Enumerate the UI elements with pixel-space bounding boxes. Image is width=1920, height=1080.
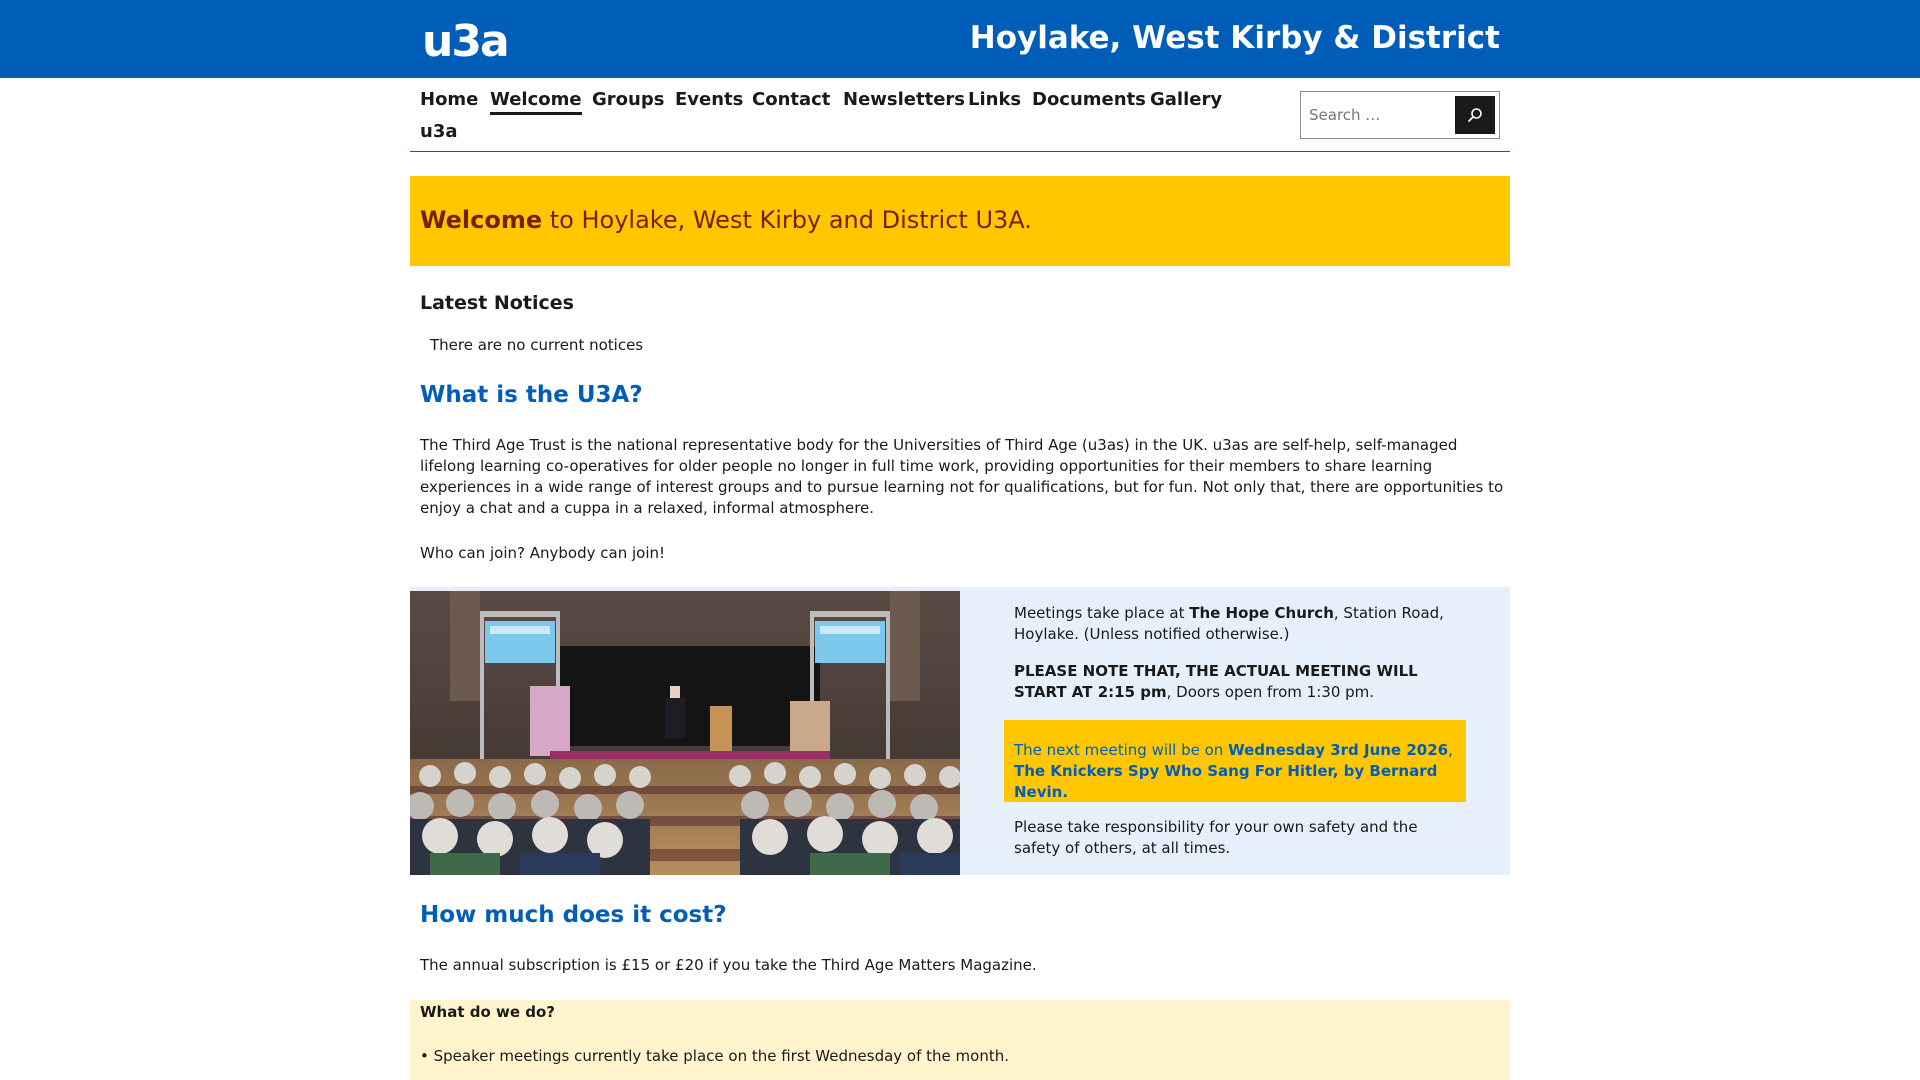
meeting-photo bbox=[410, 591, 960, 875]
welcome-bold: Welcome bbox=[420, 206, 543, 234]
nav-item-welcome[interactable]: Welcome bbox=[490, 88, 582, 115]
next-meeting-title: The Knickers Spy Who Sang For Hitler, by… bbox=[1014, 762, 1438, 801]
meeting-location-prefix: Meetings take place at bbox=[1014, 604, 1190, 622]
nav-item-contact[interactable]: Contact bbox=[752, 88, 830, 112]
search-input[interactable] bbox=[1309, 100, 1449, 130]
site-title[interactable]: Hoylake, West Kirby & District bbox=[970, 20, 1500, 57]
nav-item-events[interactable]: Events bbox=[675, 88, 743, 112]
meeting-venue: The Hope Church bbox=[1189, 604, 1334, 622]
nav-item-links[interactable]: Links bbox=[968, 88, 1021, 112]
about-heading: What is the U3A? bbox=[420, 382, 643, 408]
u3a-logo[interactable]: u3a bbox=[422, 20, 510, 64]
notices-empty-text: There are no current notices bbox=[430, 336, 644, 354]
welcome-rest: to Hoylake, West Kirby and District U3A. bbox=[542, 206, 1032, 234]
notices-heading: Latest Notices bbox=[420, 292, 574, 314]
cost-body: The annual subscription is £15 or £20 if… bbox=[420, 956, 1037, 974]
about-join: Who can join? Anybody can join! bbox=[420, 544, 666, 562]
meeting-location: Meetings take place at The Hope Church, … bbox=[1014, 603, 1444, 645]
nav-item-gallery[interactable]: Gallery bbox=[1150, 88, 1222, 112]
nav-item-groups[interactable]: Groups bbox=[592, 88, 664, 112]
search-form bbox=[1300, 91, 1500, 139]
meetings-panel: Meetings take place at The Hope Church , … bbox=[410, 587, 1510, 875]
next-meeting-sep: , bbox=[1448, 741, 1453, 759]
site-header: u3a Hoylake, West Kirby & District bbox=[0, 0, 1920, 78]
nav-item-home[interactable]: Home bbox=[420, 88, 478, 112]
meeting-doors-note: , Doors open from 1:30 pm. bbox=[1166, 683, 1375, 701]
meeting-time-note: PLEASE NOTE THAT, THE ACTUAL MEETING WIL… bbox=[1014, 661, 1444, 703]
activities-bullet: • Speaker meetings currently take place … bbox=[420, 1047, 1009, 1065]
cost-heading: How much does it cost? bbox=[420, 902, 727, 928]
about-body: The Third Age Trust is the national repr… bbox=[420, 436, 1504, 517]
next-meeting-text: The next meeting will be on Wednesday 3r… bbox=[1014, 740, 1464, 803]
search-button[interactable] bbox=[1455, 96, 1495, 134]
next-meeting-prefix: The next meeting will be on bbox=[1014, 741, 1229, 759]
next-meeting-date: Wednesday 3rd June 2026 bbox=[1228, 741, 1449, 759]
activities-panel: What do we do? • Speaker meetings curren… bbox=[410, 1000, 1510, 1080]
nav-item-newsletters[interactable]: Newsletters bbox=[843, 88, 965, 112]
nav-item-u3a[interactable]: u3a bbox=[420, 120, 458, 144]
search-icon bbox=[1468, 108, 1482, 122]
safety-note: Please take responsibility for your own … bbox=[1014, 818, 1418, 857]
welcome-banner: Welcome to Hoylake, West Kirby and Distr… bbox=[410, 176, 1510, 266]
welcome-heading: Welcome to Hoylake, West Kirby and Distr… bbox=[420, 206, 1032, 235]
nav-item-documents[interactable]: Documents bbox=[1032, 88, 1146, 112]
activities-heading: What do we do? bbox=[420, 1003, 555, 1021]
next-meeting-box: The next meeting will be on Wednesday 3r… bbox=[1004, 720, 1466, 802]
